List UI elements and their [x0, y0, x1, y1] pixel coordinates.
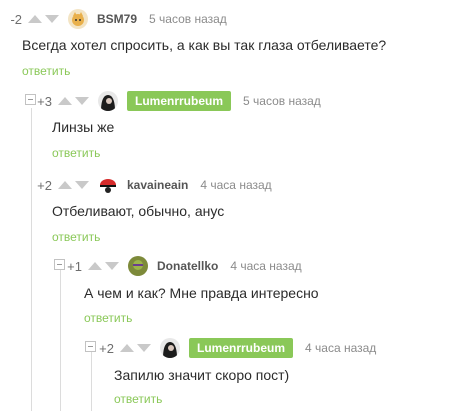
downvote-arrow-icon[interactable] [137, 344, 151, 352]
collapse-thread-button[interactable] [85, 341, 96, 352]
reply-link[interactable]: ответить [52, 230, 100, 244]
thread-line [91, 352, 92, 411]
upvote-arrow-icon[interactable] [120, 344, 134, 352]
comment-author-op[interactable]: Lumenrrubeum [127, 91, 232, 111]
upvote-arrow-icon[interactable] [88, 262, 102, 270]
thread-line [31, 108, 32, 411]
comment-header: +2 Lumenrrubeum 4 часа назад [96, 336, 376, 360]
comment-time[interactable]: 5 часов назад [149, 12, 227, 26]
reply-link[interactable]: ответить [114, 392, 162, 406]
dark-portrait-avatar[interactable] [160, 338, 180, 358]
comment-time[interactable]: 4 часа назад [230, 259, 301, 273]
rating-score: -2 [10, 11, 22, 27]
comment-author-op[interactable]: Lumenrrubeum [189, 338, 294, 358]
comment-author[interactable]: Donatellko [157, 259, 218, 273]
downvote-arrow-icon[interactable] [75, 181, 89, 189]
cat-avatar[interactable] [68, 9, 88, 29]
comment-text: Всегда хотел спросить, а как вы так глаз… [22, 37, 387, 53]
comment-header: +3 Lumenrrubeum 5 часов назад [34, 89, 321, 113]
reply-link[interactable]: ответить [52, 146, 100, 160]
comment-text: А чем и как? Мне правда интересно [84, 285, 319, 301]
comment-header: +1 Donatellko 4 часа назад [64, 254, 302, 278]
thread-line [60, 270, 61, 411]
comment-header: +2 kavaineain 4 часа назад [34, 173, 272, 197]
rating-score: +3 [37, 93, 52, 109]
reply-link[interactable]: ответить [22, 64, 70, 78]
downvote-arrow-icon[interactable] [45, 15, 59, 23]
upvote-arrow-icon[interactable] [58, 181, 72, 189]
comment-text: Отбеливают, обычно, анус [52, 203, 225, 219]
reply-link[interactable]: ответить [84, 311, 132, 325]
rating-score: +2 [99, 340, 114, 356]
upvote-arrow-icon[interactable] [28, 15, 42, 23]
comment-author[interactable]: BSM79 [97, 12, 137, 26]
dark-portrait-avatar[interactable] [98, 91, 118, 111]
red-hat-avatar[interactable] [98, 175, 118, 195]
rating-score: +2 [37, 177, 52, 193]
comment-time[interactable]: 5 часов назад [243, 94, 321, 108]
comment-time[interactable]: 4 часа назад [200, 178, 271, 192]
comment-text: Линзы же [52, 119, 115, 135]
green-avatar[interactable] [128, 256, 148, 276]
downvote-arrow-icon[interactable] [105, 262, 119, 270]
upvote-arrow-icon[interactable] [58, 97, 72, 105]
rating-score: +1 [67, 258, 82, 274]
comment-time[interactable]: 4 часа назад [305, 341, 376, 355]
downvote-arrow-icon[interactable] [75, 97, 89, 105]
comment-text: Запилю значит скоро пост) [114, 367, 290, 383]
comment-author[interactable]: kavaineain [127, 178, 188, 192]
comment-header: -2 BSM79 5 часов назад [4, 7, 227, 31]
